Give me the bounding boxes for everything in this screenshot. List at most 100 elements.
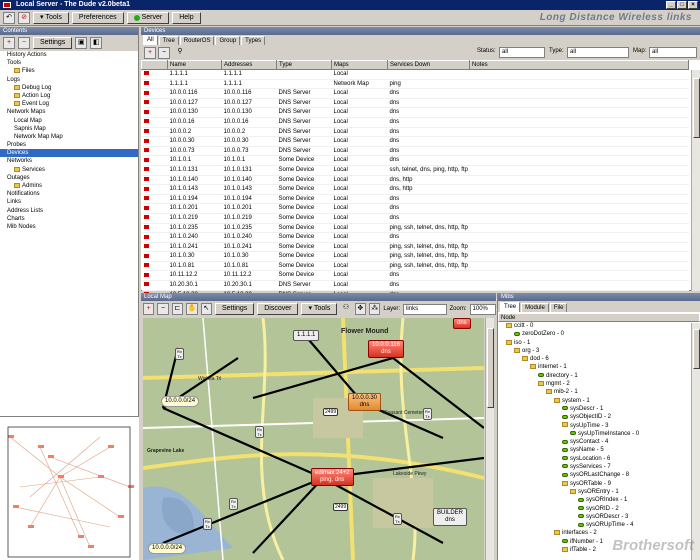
map-node-1-1-1-1[interactable]: 1.1.1.1 — [293, 330, 320, 341]
mib-node[interactable]: sysORID - 2 — [498, 505, 700, 513]
tree-item[interactable]: History Actions — [0, 51, 138, 59]
table-row[interactable]: 10.11.12.2 10.11.12.2 Some Device Local dns — [141, 270, 689, 282]
arrange-icon[interactable]: ⁂ — [369, 303, 381, 315]
mib-node[interactable]: sysORIndex - 1 — [498, 496, 700, 504]
column-header[interactable]: Notes — [469, 60, 689, 70]
tab-devices-types[interactable]: Types — [241, 36, 266, 45]
column-header[interactable]: Maps — [331, 60, 388, 70]
tree-item[interactable]: Outages — [0, 174, 138, 182]
map-filter-select[interactable]: all — [649, 47, 697, 58]
tree-item[interactable]: Event Log — [0, 100, 138, 108]
mib-node[interactable]: sysContact - 4 — [498, 438, 700, 446]
table-row[interactable]: 1.1.1.1 1.1.1.1 Network Map ping — [141, 79, 689, 90]
table-row[interactable]: 10.0.0.130 10.0.0.130 DNS Server Local dns — [141, 107, 689, 118]
overview-minimap[interactable] — [0, 416, 139, 560]
mib-node[interactable]: sysObjectID - 2 — [498, 413, 700, 421]
new-window-icon[interactable]: ◧ — [90, 37, 103, 49]
map-node-10-0-0-30[interactable]: 10.0.0.30 dns — [348, 393, 382, 411]
table-row[interactable]: 10.0.0.73 10.0.0.73 DNS Server Local dns — [141, 146, 689, 157]
tree-item[interactable]: Links — [0, 198, 138, 206]
remove-node-icon[interactable]: − — [157, 303, 169, 315]
column-header-flag[interactable] — [141, 60, 168, 70]
table-row[interactable]: 10.1.0.131 10.1.0.131 Some Device Local ssh,… — [141, 165, 689, 176]
mib-node[interactable]: sysOREntry - 1 — [498, 488, 700, 496]
tree-item[interactable]: Address Lists — [0, 207, 138, 215]
find-icon[interactable]: ⚲ — [174, 47, 186, 59]
table-row[interactable]: 10.1.0.219 10.1.0.219 Some Device Local dns — [141, 213, 689, 224]
tab-devices-all[interactable]: All — [143, 35, 158, 45]
table-row[interactable]: 10.0.0.30 10.0.0.30 DNS Server Local dns — [141, 136, 689, 147]
discover-button[interactable]: Discover — [257, 303, 299, 315]
mib-node[interactable]: mgmt - 2 — [498, 380, 700, 388]
minimize-icon[interactable]: _ — [666, 1, 676, 9]
map-tools-button[interactable]: ▾ Tools — [301, 303, 338, 315]
tab-devices-routeros[interactable]: RouterOS — [179, 36, 215, 45]
add-node-icon[interactable]: + — [143, 303, 155, 315]
maximize-icon[interactable]: □ — [677, 1, 687, 9]
table-row[interactable]: 10.1.0.194 10.1.0.194 Some Device Local dns — [141, 194, 689, 205]
map-settings-button[interactable]: Settings — [214, 303, 255, 315]
layer-select[interactable]: links — [403, 303, 447, 315]
column-header[interactable]: Name — [167, 60, 222, 70]
panel-icon[interactable]: ▣ — [75, 37, 88, 49]
table-row[interactable]: 10.1.0.1 10.1.0.1 Some Device Local dns — [141, 155, 689, 166]
column-header[interactable]: Type — [276, 60, 332, 70]
tree-item[interactable]: Files — [0, 67, 138, 75]
add-icon[interactable]: + — [3, 37, 15, 49]
mib-node[interactable]: sysORDescr - 3 — [498, 513, 700, 521]
mib-node[interactable]: org - 3 — [498, 347, 700, 355]
map-node-builder[interactable]: BUILDER dns — [433, 508, 468, 526]
mib-node[interactable]: sysLocation - 6 — [498, 455, 700, 463]
mib-node[interactable]: mib-2 - 1 — [498, 388, 700, 396]
table-row[interactable]: 10.0.0.116 10.0.0.116 DNS Server Local dns — [141, 88, 689, 99]
mib-node[interactable]: sysDescr - 1 — [498, 405, 700, 413]
mib-node[interactable]: sysORUpTime - 4 — [498, 521, 700, 529]
remove-icon[interactable]: − — [18, 37, 30, 49]
pointer-icon[interactable]: ↖ — [200, 303, 212, 315]
tree-item[interactable]: Network Map Map — [0, 133, 138, 141]
table-row[interactable]: 10.1.0.201 10.1.0.201 Some Device Local dns — [141, 203, 689, 214]
mib-node[interactable]: sysORLastChange - 8 — [498, 471, 700, 479]
mib-node[interactable]: sysUpTimeInstance - 0 — [498, 430, 700, 438]
network-map-canvas[interactable]: Flower Mound Grapevine Lake Wichita Trl … — [143, 318, 484, 560]
tab-mibs-file[interactable]: File — [549, 303, 568, 312]
link-icon[interactable]: ⊏ — [171, 303, 184, 315]
devices-scroll-thumb[interactable] — [693, 78, 700, 138]
table-row[interactable]: 10.0.0.127 10.0.0.127 DNS Server Local dns — [141, 98, 689, 109]
mib-node[interactable]: sysServices - 7 — [498, 463, 700, 471]
table-row[interactable]: 10.20.30.1 10.20.30.1 DNS Server Local dns — [141, 280, 689, 291]
mib-node[interactable]: system - 1 — [498, 397, 700, 405]
tree-item[interactable]: Probes — [0, 141, 138, 149]
mib-node[interactable]: internet - 1 — [498, 363, 700, 371]
tree-item[interactable]: Sapnis Map — [0, 125, 138, 133]
tree-item[interactable]: Charts — [0, 215, 138, 223]
back-arrow-icon[interactable]: ↶ — [3, 11, 15, 24]
table-row[interactable]: 10.1.0.240 10.1.0.240 Some Device Local dns — [141, 232, 689, 243]
tree-item[interactable]: Local Map — [0, 117, 138, 125]
preferences-button[interactable]: Preferences — [71, 11, 124, 24]
table-row[interactable]: 10.1.0.30 10.1.0.30 Some Device Local ping, … — [141, 251, 689, 262]
tree-item[interactable]: Mib Nodes — [0, 223, 138, 231]
map-network-10-0-0-0-24-b[interactable]: 10.0.0.0/24 — [148, 543, 187, 554]
binoculars-icon[interactable]: ⚇ — [340, 303, 351, 315]
help-button[interactable]: Help — [172, 11, 201, 24]
column-header[interactable]: Services Down — [387, 60, 470, 70]
devices-scrollbar[interactable] — [691, 70, 700, 291]
add-device-icon[interactable]: + — [144, 46, 156, 59]
mib-node[interactable]: directory - 1 — [498, 372, 700, 380]
close-icon[interactable]: × — [688, 1, 698, 9]
tree-item[interactable]: Services — [0, 166, 138, 174]
mib-node[interactable]: sysUpTime - 3 — [498, 422, 700, 430]
tree-item[interactable]: Admins — [0, 182, 138, 190]
remove-device-icon[interactable]: − — [158, 46, 170, 59]
server-button[interactable]: Server — [126, 11, 170, 24]
mib-node[interactable]: dod - 6 — [498, 355, 700, 363]
map-node-edimax[interactable]: edimax 24+2 ping, dns — [311, 468, 354, 486]
map-scrollbar[interactable] — [485, 318, 494, 560]
hand-icon[interactable]: ✋ — [186, 303, 198, 315]
table-row[interactable]: 1.1.1.1 1.1.1.1 Local — [141, 69, 689, 80]
mib-node[interactable]: ccitt - 0 — [498, 322, 700, 330]
contents-settings-button[interactable]: Settings — [33, 37, 73, 49]
table-row[interactable]: 10.1.0.81 10.1.0.81 Some Device Local ping, … — [141, 261, 689, 272]
table-row[interactable]: 10.0.0.16 10.0.0.16 DNS Server Local dns — [141, 117, 689, 128]
